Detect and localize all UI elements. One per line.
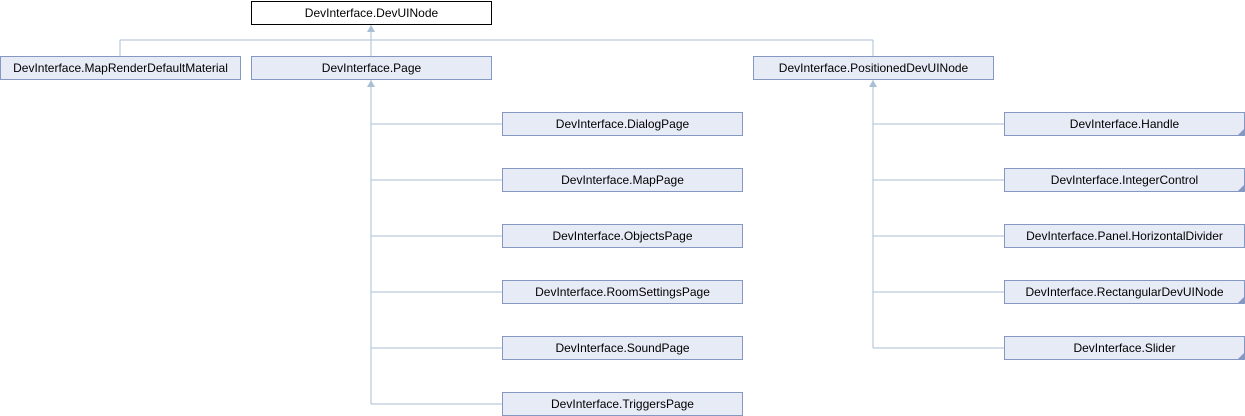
node-rectangulardevuinode-label: DevInterface.RectangularDevUINode xyxy=(1025,285,1224,299)
node-maprenderdefaultmaterial[interactable]: DevInterface.MapRenderDefaultMaterial xyxy=(0,56,241,80)
node-rectangulardevuinode[interactable]: DevInterface.RectangularDevUINode xyxy=(1004,280,1245,304)
node-slider[interactable]: DevInterface.Slider xyxy=(1004,336,1245,360)
node-horizontaldivider-label: DevInterface.Panel.HorizontalDivider xyxy=(1026,229,1223,243)
more-indicator-icon xyxy=(1238,185,1244,191)
node-triggerspage[interactable]: DevInterface.TriggersPage xyxy=(502,392,743,416)
arrow-page xyxy=(367,80,375,87)
node-page[interactable]: DevInterface.Page xyxy=(251,56,492,80)
class-inheritance-diagram: DevInterface.DevUINode DevInterface.MapR… xyxy=(0,0,1245,416)
node-horizontaldivider[interactable]: DevInterface.Panel.HorizontalDivider xyxy=(1004,224,1245,248)
node-soundpage[interactable]: DevInterface.SoundPage xyxy=(502,336,743,360)
more-indicator-icon xyxy=(1238,297,1244,303)
node-integercontrol-label: DevInterface.IntegerControl xyxy=(1050,173,1199,187)
node-mappage[interactable]: DevInterface.MapPage xyxy=(502,168,743,192)
node-positioneddevuinode[interactable]: DevInterface.PositionedDevUINode xyxy=(753,56,994,80)
node-integercontrol[interactable]: DevInterface.IntegerControl xyxy=(1004,168,1245,192)
node-handle[interactable]: DevInterface.Handle xyxy=(1004,112,1245,136)
node-handle-label: DevInterface.Handle xyxy=(1069,117,1180,131)
node-slider-label: DevInterface.Slider xyxy=(1073,341,1176,355)
arrow-positioned xyxy=(869,80,877,87)
node-dialogpage[interactable]: DevInterface.DialogPage xyxy=(502,112,743,136)
more-indicator-icon xyxy=(1238,129,1244,135)
node-roomsettingspage[interactable]: DevInterface.RoomSettingsPage xyxy=(502,280,743,304)
arrow-root xyxy=(367,25,375,32)
node-devuinode: DevInterface.DevUINode xyxy=(251,1,492,25)
node-objectspage[interactable]: DevInterface.ObjectsPage xyxy=(502,224,743,248)
more-indicator-icon xyxy=(1238,353,1244,359)
